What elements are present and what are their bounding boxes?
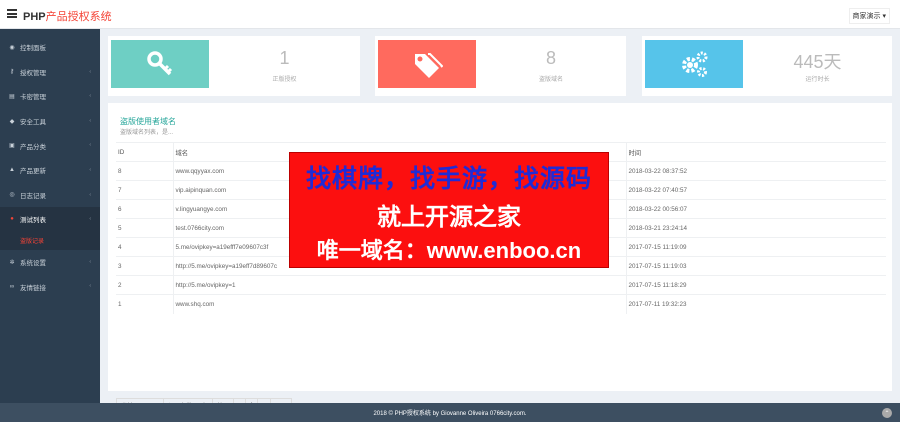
cell-id: 5 bbox=[116, 218, 174, 238]
stat-icon-box bbox=[111, 40, 209, 88]
dashboard-icon: ◉ bbox=[9, 44, 15, 51]
chevron-left-icon: ‹ bbox=[89, 68, 91, 75]
brand-main: PHP bbox=[23, 11, 46, 23]
panel-subtitle: 盗版域名列表，是... bbox=[120, 130, 174, 136]
sidebar-item-label: 产品分类 bbox=[20, 143, 46, 151]
footer: 2018 © PHP授权系统 by Giovanne Oliveira 0766… bbox=[0, 403, 900, 422]
sidebar-item-updates[interactable]: ▲ 产品更新 ‹ bbox=[0, 158, 100, 183]
stat-card-pirated[interactable]: 8 盗版域名 bbox=[375, 36, 626, 96]
cell-id: 2 bbox=[116, 275, 174, 295]
stat-value: 445天 bbox=[793, 52, 842, 72]
sidebar-item-category[interactable]: ▣ 产品分类 ‹ bbox=[0, 133, 100, 158]
cell-time: 2017-07-15 11:19:09 bbox=[626, 237, 886, 257]
stat-value: 8 bbox=[545, 48, 556, 68]
sidebar-item-label: 控制面板 bbox=[20, 45, 46, 53]
stat-card-licenses[interactable]: 1 正版授权 bbox=[108, 36, 360, 96]
chevron-left-icon: ‹ bbox=[89, 166, 91, 173]
chevron-left-icon: ‹ bbox=[89, 117, 91, 124]
sidebar-item-logs[interactable]: ◎ 日志记录 ‹ bbox=[0, 183, 100, 208]
sidebar-item-label: 友情链接 bbox=[20, 284, 46, 292]
chevron-left-icon: ‹ bbox=[89, 283, 91, 290]
gears-icon bbox=[682, 51, 708, 77]
sidebar-item-security[interactable]: ◆ 安全工具 ‹ bbox=[0, 109, 100, 134]
user-menu-dropdown[interactable]: 商家演示 ▾ bbox=[848, 8, 890, 24]
tags-icon bbox=[415, 53, 443, 78]
sidebar-item-cards[interactable]: ▤ 卡密管理 ‹ bbox=[0, 84, 100, 109]
column-header-time[interactable]: 时间 bbox=[626, 142, 886, 162]
sidebar-item-links[interactable]: ∞ 友情链接 ‹ bbox=[0, 274, 100, 299]
log-icon: ◎ bbox=[9, 192, 15, 199]
folder-icon: ▣ bbox=[9, 143, 15, 150]
stat-card-uptime[interactable]: 445天 运行时长 bbox=[642, 36, 892, 96]
gear-icon: ✲ bbox=[9, 259, 15, 266]
cell-time: 2017-07-15 11:19:03 bbox=[626, 256, 886, 276]
chevron-left-icon: ‹ bbox=[89, 93, 91, 100]
cell-time: 2017-07-11 19:32:23 bbox=[626, 294, 886, 314]
top-header: PHP产品授权系统 商家演示 ▾ bbox=[0, 0, 900, 29]
stat-icon-box bbox=[645, 40, 743, 88]
cell-id: 6 bbox=[116, 199, 174, 219]
table-row[interactable]: 1 www.shq.com 2017-07-11 19:32:23 bbox=[116, 294, 886, 314]
sidebar-item-test-list[interactable]: ● 测试列表 ‹ bbox=[0, 207, 100, 232]
stat-label: 盗版域名 bbox=[538, 77, 563, 83]
sidebar: ◉ 控制面板 ⚷ 授权管理 ‹ ▤ 卡密管理 ‹ ◆ 安全工具 ‹ ▣ 产品分类… bbox=[0, 29, 100, 403]
cell-id: 8 bbox=[116, 161, 174, 181]
sidebar-item-label: 授权管理 bbox=[20, 69, 46, 77]
stat-label: 正版授权 bbox=[272, 77, 297, 83]
cell-time: 2017-07-15 11:18:29 bbox=[626, 275, 886, 295]
sidebar-item-label: 卡密管理 bbox=[20, 94, 46, 102]
sidebar-item-dashboard[interactable]: ◉ 控制面板 bbox=[0, 35, 100, 60]
sidebar-item-label: 测试列表 bbox=[20, 217, 46, 225]
brand-accent: 产品授权系统 bbox=[45, 11, 112, 23]
sidebar-item-label: 系统设置 bbox=[20, 260, 46, 268]
cell-id: 1 bbox=[116, 294, 174, 314]
panel-title: 盗版使用者域名 bbox=[120, 117, 176, 126]
sidebar-item-label: 产品更新 bbox=[20, 168, 46, 176]
sidebar-item-label: 安全工具 bbox=[20, 119, 46, 127]
cell-id: 4 bbox=[116, 237, 174, 257]
cell-time: 2018-03-22 00:56:07 bbox=[626, 199, 886, 219]
stat-value: 1 bbox=[279, 48, 290, 68]
stat-label: 运行时长 bbox=[805, 77, 830, 83]
sidebar-subitem-piracy-records[interactable]: 盗版记录 bbox=[0, 231, 100, 250]
footer-text: 2018 © PHP授权系统 by Giovanne Oliveira 0766… bbox=[373, 411, 527, 417]
chevron-left-icon: ‹ bbox=[89, 258, 91, 265]
key-icon bbox=[147, 51, 173, 76]
chevron-left-icon: ‹ bbox=[89, 142, 91, 149]
link-icon: ∞ bbox=[9, 283, 15, 290]
cell-time: 2018-03-22 07:40:57 bbox=[626, 180, 886, 200]
chevron-left-icon: ‹ bbox=[89, 191, 91, 198]
stat-icon-box bbox=[378, 40, 476, 88]
ad-line-2: 就上开源之家 bbox=[377, 204, 521, 231]
ad-line-3: 唯一域名：www.enboo.cn bbox=[316, 238, 582, 263]
brand-logo[interactable]: PHP产品授权系统 bbox=[23, 8, 112, 24]
list-icon: ● bbox=[10, 216, 14, 223]
ad-line-1: 找棋牌，找手游，找源码 bbox=[305, 165, 592, 193]
table-row[interactable]: 2 http://5.me/ovipkey=1 2017-07-15 11:18… bbox=[116, 275, 886, 295]
cell-id: 3 bbox=[116, 256, 174, 276]
cell-domain: www.shq.com bbox=[173, 294, 627, 314]
cell-time: 2018-03-22 08:37:52 bbox=[626, 161, 886, 181]
chevron-left-icon: ‹ bbox=[89, 216, 91, 223]
cell-domain: http://5.me/ovipkey=1 bbox=[173, 275, 627, 295]
sidebar-item-settings[interactable]: ✲ 系统设置 ‹ bbox=[0, 250, 100, 275]
sidebar-subitem-label: 盗版记录 bbox=[20, 239, 45, 246]
upload-icon: ▲ bbox=[9, 167, 15, 174]
sidebar-item-label: 日志记录 bbox=[20, 192, 46, 200]
sidebar-item-license[interactable]: ⚷ 授权管理 ‹ bbox=[0, 60, 100, 85]
menu-toggle-icon[interactable] bbox=[7, 9, 17, 19]
cell-time: 2018-03-21 23:24:14 bbox=[626, 218, 886, 238]
scroll-top-icon[interactable]: ⌃ bbox=[882, 408, 892, 418]
ad-banner[interactable]: 找棋牌，找手游，找源码 就上开源之家 唯一域名：www.enboo.cn bbox=[289, 152, 609, 268]
card-icon: ▤ bbox=[9, 93, 15, 100]
column-header-id[interactable]: ID bbox=[116, 142, 174, 162]
shield-icon: ◆ bbox=[9, 118, 15, 125]
key-icon: ⚷ bbox=[9, 69, 15, 76]
cell-id: 7 bbox=[116, 180, 174, 200]
